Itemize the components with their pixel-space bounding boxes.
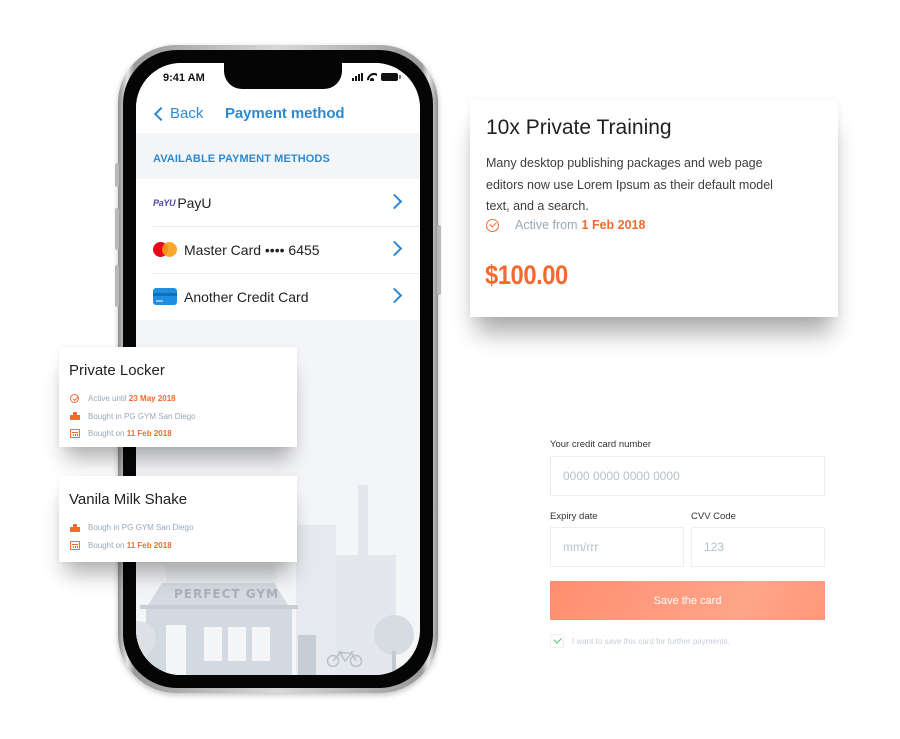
- nav-bar: Back Payment method: [136, 99, 420, 133]
- status-icons: [352, 73, 401, 81]
- payment-method-mastercard[interactable]: Master Card •••• 6455: [136, 226, 420, 273]
- status-time: 9:41 AM: [163, 72, 205, 84]
- wifi-icon: [367, 73, 377, 81]
- payment-method-label: Another Credit Card: [184, 288, 309, 305]
- payment-method-list: PaYU PayU Master Card •••• 6455 Another …: [136, 179, 420, 320]
- checkmark-icon[interactable]: [550, 634, 564, 648]
- calendar-icon: [69, 540, 80, 550]
- signal-icon: [352, 73, 363, 81]
- back-button[interactable]: Back: [153, 105, 203, 122]
- save-card-checkbox-label: I want to save this card for further pay…: [572, 636, 730, 646]
- notch: [224, 63, 342, 89]
- card-number-label: Your credit card number: [550, 439, 652, 450]
- credit-card-icon: [153, 288, 177, 305]
- milk-shake-card[interactable]: Vanila Milk Shake Bough in PG GYM San Di…: [59, 476, 297, 562]
- payment-method-payu[interactable]: PaYU PayU: [136, 179, 420, 226]
- check-circle-icon: [486, 218, 499, 232]
- detail-date: 23 May 2018: [128, 394, 176, 404]
- power-button: [437, 225, 441, 295]
- detail-date: 11 Feb 2018: [126, 429, 172, 439]
- payment-method-another-card[interactable]: Another Credit Card: [136, 273, 420, 320]
- payment-method-label: Master Card •••• 6455: [184, 241, 320, 258]
- gym-window: [204, 627, 222, 661]
- training-price: $100.00: [485, 260, 568, 290]
- section-title: AVAILABLE PAYMENT METHODS: [153, 153, 330, 165]
- detail-line: Bough in PG GYM San Diego: [69, 519, 193, 537]
- detail-date: 11 Feb 2018: [126, 540, 172, 550]
- save-card-checkbox[interactable]: I want to save this card for further pay…: [550, 634, 730, 648]
- volume-down-button: [115, 265, 119, 307]
- check-circle-icon: [70, 394, 79, 404]
- cvv-label: CVV Code: [691, 511, 736, 522]
- volume-up-button: [115, 208, 119, 250]
- card-title: Private Locker: [69, 362, 165, 379]
- annex-building: [298, 635, 316, 675]
- payu-logo: PaYU: [153, 197, 176, 208]
- detail-text: Active until: [88, 394, 127, 404]
- cvv-input[interactable]: [691, 527, 825, 567]
- detail-line: Active until 23 May 2018: [69, 390, 196, 408]
- card-title: Vanila Milk Shake: [69, 491, 188, 508]
- detail-text: Bought on: [88, 429, 125, 439]
- training-active-status: Active from 1 Feb 2018: [486, 218, 645, 232]
- training-title: 10x Private Training: [486, 116, 672, 139]
- detail-line: Bought in PG GYM San Diego: [69, 408, 196, 426]
- section-header: AVAILABLE PAYMENT METHODS: [136, 133, 420, 179]
- expiry-input[interactable]: [550, 527, 684, 567]
- gym-sign: PERFECT GYM: [174, 587, 280, 601]
- gym-window: [228, 627, 246, 661]
- chevron-right-icon: [386, 193, 403, 210]
- mastercard-logo: [153, 242, 177, 257]
- expiry-label: Expiry date: [550, 511, 598, 522]
- mute-switch: [115, 163, 119, 187]
- bicycle-icon: [326, 650, 364, 668]
- gym-window: [252, 627, 270, 661]
- card-number-input[interactable]: [550, 456, 825, 496]
- building-icon: [69, 412, 80, 421]
- detail-text: Bought on: [88, 540, 125, 550]
- save-card-button[interactable]: Save the card: [550, 581, 825, 620]
- building-icon: [69, 523, 80, 532]
- calendar-icon: [69, 429, 80, 439]
- card-details: Bough in PG GYM San Diego Bought on 11 F…: [69, 519, 193, 554]
- page-title: Payment method: [225, 105, 345, 122]
- chevron-right-icon: [386, 240, 403, 257]
- battery-icon: [381, 73, 401, 81]
- gym-door: [166, 625, 186, 675]
- card-details: Active until 23 May 2018 Bought in PG GY…: [69, 390, 196, 443]
- tree: [374, 615, 414, 655]
- training-description: Many desktop publishing packages and web…: [486, 156, 773, 213]
- chevron-left-icon: [153, 106, 169, 121]
- detail-line: Bought on 11 Feb 2018: [69, 537, 193, 555]
- detail-text: Bough in PG GYM San Diego: [88, 523, 194, 533]
- active-date: 1 Feb 2018: [581, 218, 646, 232]
- payment-method-label: PayU: [177, 194, 212, 211]
- chevron-right-icon: [386, 287, 403, 304]
- detail-line: Bought on 11 Feb 2018: [69, 425, 196, 443]
- back-label: Back: [170, 105, 204, 122]
- private-locker-card[interactable]: Private Locker Active until 23 May 2018 …: [59, 347, 297, 447]
- tree-trunk: [392, 651, 396, 675]
- training-card[interactable]: 10x Private Training Many desktop publis…: [470, 100, 838, 317]
- detail-text: Bought in PG GYM San Diego: [88, 411, 196, 421]
- active-prefix: Active from: [515, 218, 578, 232]
